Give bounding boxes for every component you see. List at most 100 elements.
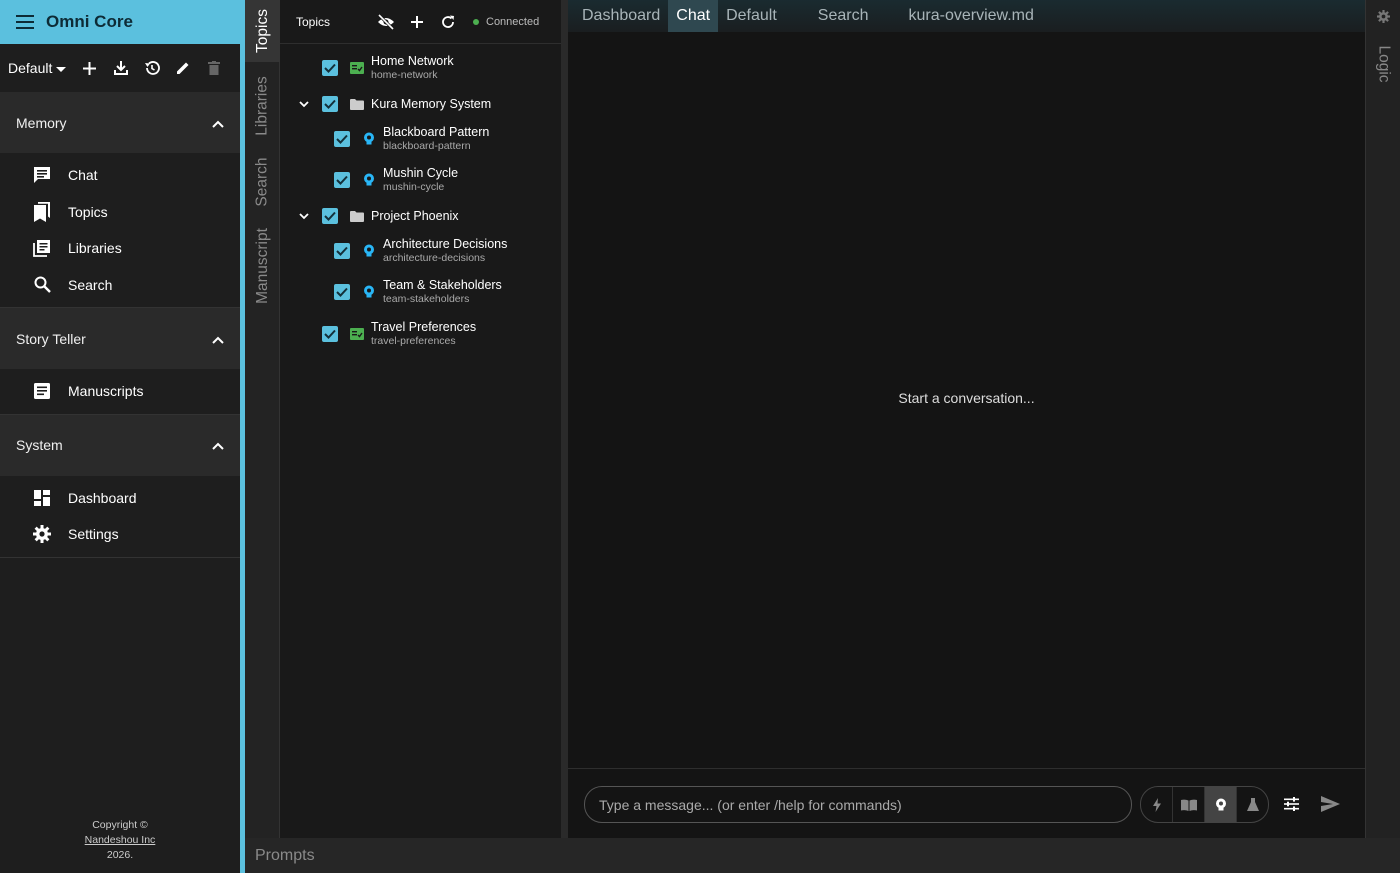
add-topic-button[interactable]: [401, 7, 432, 37]
lightning-icon: [1152, 797, 1161, 812]
sidebar-item-label: Libraries: [68, 240, 122, 257]
prompts-tab[interactable]: Prompts: [255, 847, 315, 865]
add-profile-button[interactable]: [74, 53, 105, 83]
vtab-topics[interactable]: Topics: [245, 0, 280, 62]
sliders-icon: [1283, 797, 1299, 811]
topic-folder-kura-memory-system[interactable]: Kura Memory System: [296, 96, 491, 112]
check-icon: [336, 246, 348, 256]
topic-name: Travel Preferences: [371, 320, 477, 334]
right-rail: Logic: [1365, 0, 1400, 838]
checkbox[interactable]: [322, 60, 338, 76]
copyright-line: Copyright ©: [92, 819, 148, 831]
sidebar-item-label: Dashboard: [68, 489, 137, 506]
section-header-system[interactable]: System: [0, 414, 240, 476]
sidebar-item-search[interactable]: Search: [0, 267, 240, 304]
checkbox[interactable]: [322, 96, 338, 112]
section-title: System: [16, 437, 63, 453]
company-link[interactable]: Nandeshou Inc: [0, 833, 240, 848]
connection-status: Connected: [473, 16, 539, 28]
topic-folder-project-phoenix[interactable]: Project Phoenix: [296, 208, 459, 224]
topic-name: Blackboard Pattern: [383, 125, 490, 139]
note-icon: [349, 326, 365, 342]
checkbox[interactable]: [322, 326, 338, 342]
chevron-down-icon[interactable]: [296, 208, 312, 224]
gear-icon[interactable]: [1377, 10, 1391, 24]
checkbox[interactable]: [334, 243, 350, 259]
vtab-logic[interactable]: Logic: [1366, 36, 1400, 92]
topic-slug: mushin-cycle: [383, 181, 445, 193]
tab-kura-overview[interactable]: kura-overview.md: [900, 0, 1041, 32]
tab-default[interactable]: Default: [718, 0, 785, 32]
checkbox[interactable]: [322, 208, 338, 224]
library-icon: [32, 238, 52, 258]
lightbulb-icon: [1215, 798, 1226, 810]
topic-row-team-stakeholders[interactable]: Team & Stakeholders team-stakeholders: [334, 278, 502, 306]
topic-row-blackboard-pattern[interactable]: Blackboard Pattern blackboard-pattern: [334, 125, 489, 153]
topic-row-home-network[interactable]: Home Network home-network: [322, 54, 454, 82]
menu-icon[interactable]: [16, 12, 36, 32]
topic-row-architecture-decisions[interactable]: Architecture Decisions architecture-deci…: [334, 237, 507, 265]
mode-lab-button[interactable]: [1237, 787, 1268, 822]
message-input[interactable]: [584, 786, 1132, 823]
section-items-system: Dashboard Settings: [0, 475, 240, 558]
vtab-search[interactable]: Search: [245, 150, 280, 214]
topic-row-mushin-cycle[interactable]: Mushin Cycle mushin-cycle: [334, 166, 458, 194]
sidebar-item-label: Manuscripts: [68, 383, 144, 400]
checkbox[interactable]: [334, 172, 350, 188]
chevron-up-icon: [212, 331, 224, 347]
delete-button[interactable]: [198, 53, 229, 83]
check-icon: [324, 99, 336, 109]
topic-row-travel-preferences[interactable]: Travel Preferences travel-preferences: [322, 320, 476, 348]
history-button[interactable]: [136, 53, 167, 83]
download-button[interactable]: [105, 53, 136, 83]
app-sidebar: Omni Core Default Memory Chat Topics Lib…: [0, 0, 240, 873]
hide-unchecked-button[interactable]: [370, 7, 401, 37]
topic-slug: blackboard-pattern: [383, 140, 471, 152]
chevron-down-icon[interactable]: [296, 96, 312, 112]
check-icon: [324, 211, 336, 221]
checkbox[interactable]: [334, 131, 350, 147]
chat-icon: [32, 165, 52, 185]
profile-select[interactable]: Default: [8, 60, 67, 76]
plus-icon: [410, 15, 423, 28]
section-header-memory[interactable]: Memory: [0, 92, 240, 153]
tab-search[interactable]: Search: [810, 0, 877, 32]
chevron-up-icon: [212, 437, 224, 453]
vtab-manuscript[interactable]: Manuscript: [245, 218, 280, 314]
mode-library-button[interactable]: [1173, 787, 1205, 822]
section-items-memory: Chat Topics Libraries Search: [0, 153, 240, 308]
check-icon: [336, 134, 348, 144]
lightbulb-icon: [361, 131, 377, 147]
tab-label: kura-overview.md: [908, 7, 1034, 24]
edit-button[interactable]: [167, 53, 198, 83]
main-area: Dashboard Chat Default Search kura-overv…: [568, 0, 1365, 838]
app-title: Omni Core: [46, 12, 133, 31]
topic-slug: travel-preferences: [371, 335, 456, 347]
book-open-icon: [1180, 799, 1197, 811]
send-button[interactable]: [1315, 789, 1345, 819]
sidebar-item-chat[interactable]: Chat: [0, 157, 240, 194]
sidebar-item-manuscripts[interactable]: Manuscripts: [0, 373, 240, 410]
sidebar-item-libraries[interactable]: Libraries: [0, 230, 240, 267]
tab-dashboard[interactable]: Dashboard: [568, 0, 668, 32]
vtab-label: Search: [253, 157, 271, 207]
refresh-button[interactable]: [432, 7, 463, 37]
mode-quick-button[interactable]: [1141, 787, 1173, 822]
section-header-story-teller[interactable]: Story Teller: [0, 308, 240, 369]
panel-splitter[interactable]: [561, 0, 568, 838]
vtab-libraries[interactable]: Libraries: [245, 66, 280, 146]
mode-toggle-group: [1140, 786, 1269, 823]
topic-name: Home Network: [371, 54, 454, 68]
sidebar-item-topics[interactable]: Topics: [0, 194, 240, 231]
empty-chat-message: Start a conversation...: [898, 390, 1035, 406]
mode-memory-button[interactable]: [1205, 787, 1237, 822]
topics-panel: Topics Connected Home Network home-netwo…: [280, 0, 561, 838]
sidebar-item-settings[interactable]: Settings: [0, 516, 240, 553]
tab-label: Chat: [676, 7, 711, 24]
profile-name: Default: [8, 60, 53, 76]
tab-chat[interactable]: Chat: [668, 0, 719, 32]
sidebar-item-dashboard[interactable]: Dashboard: [0, 480, 240, 517]
download-icon: [113, 61, 128, 75]
checkbox[interactable]: [334, 284, 350, 300]
tune-button[interactable]: [1276, 789, 1306, 819]
